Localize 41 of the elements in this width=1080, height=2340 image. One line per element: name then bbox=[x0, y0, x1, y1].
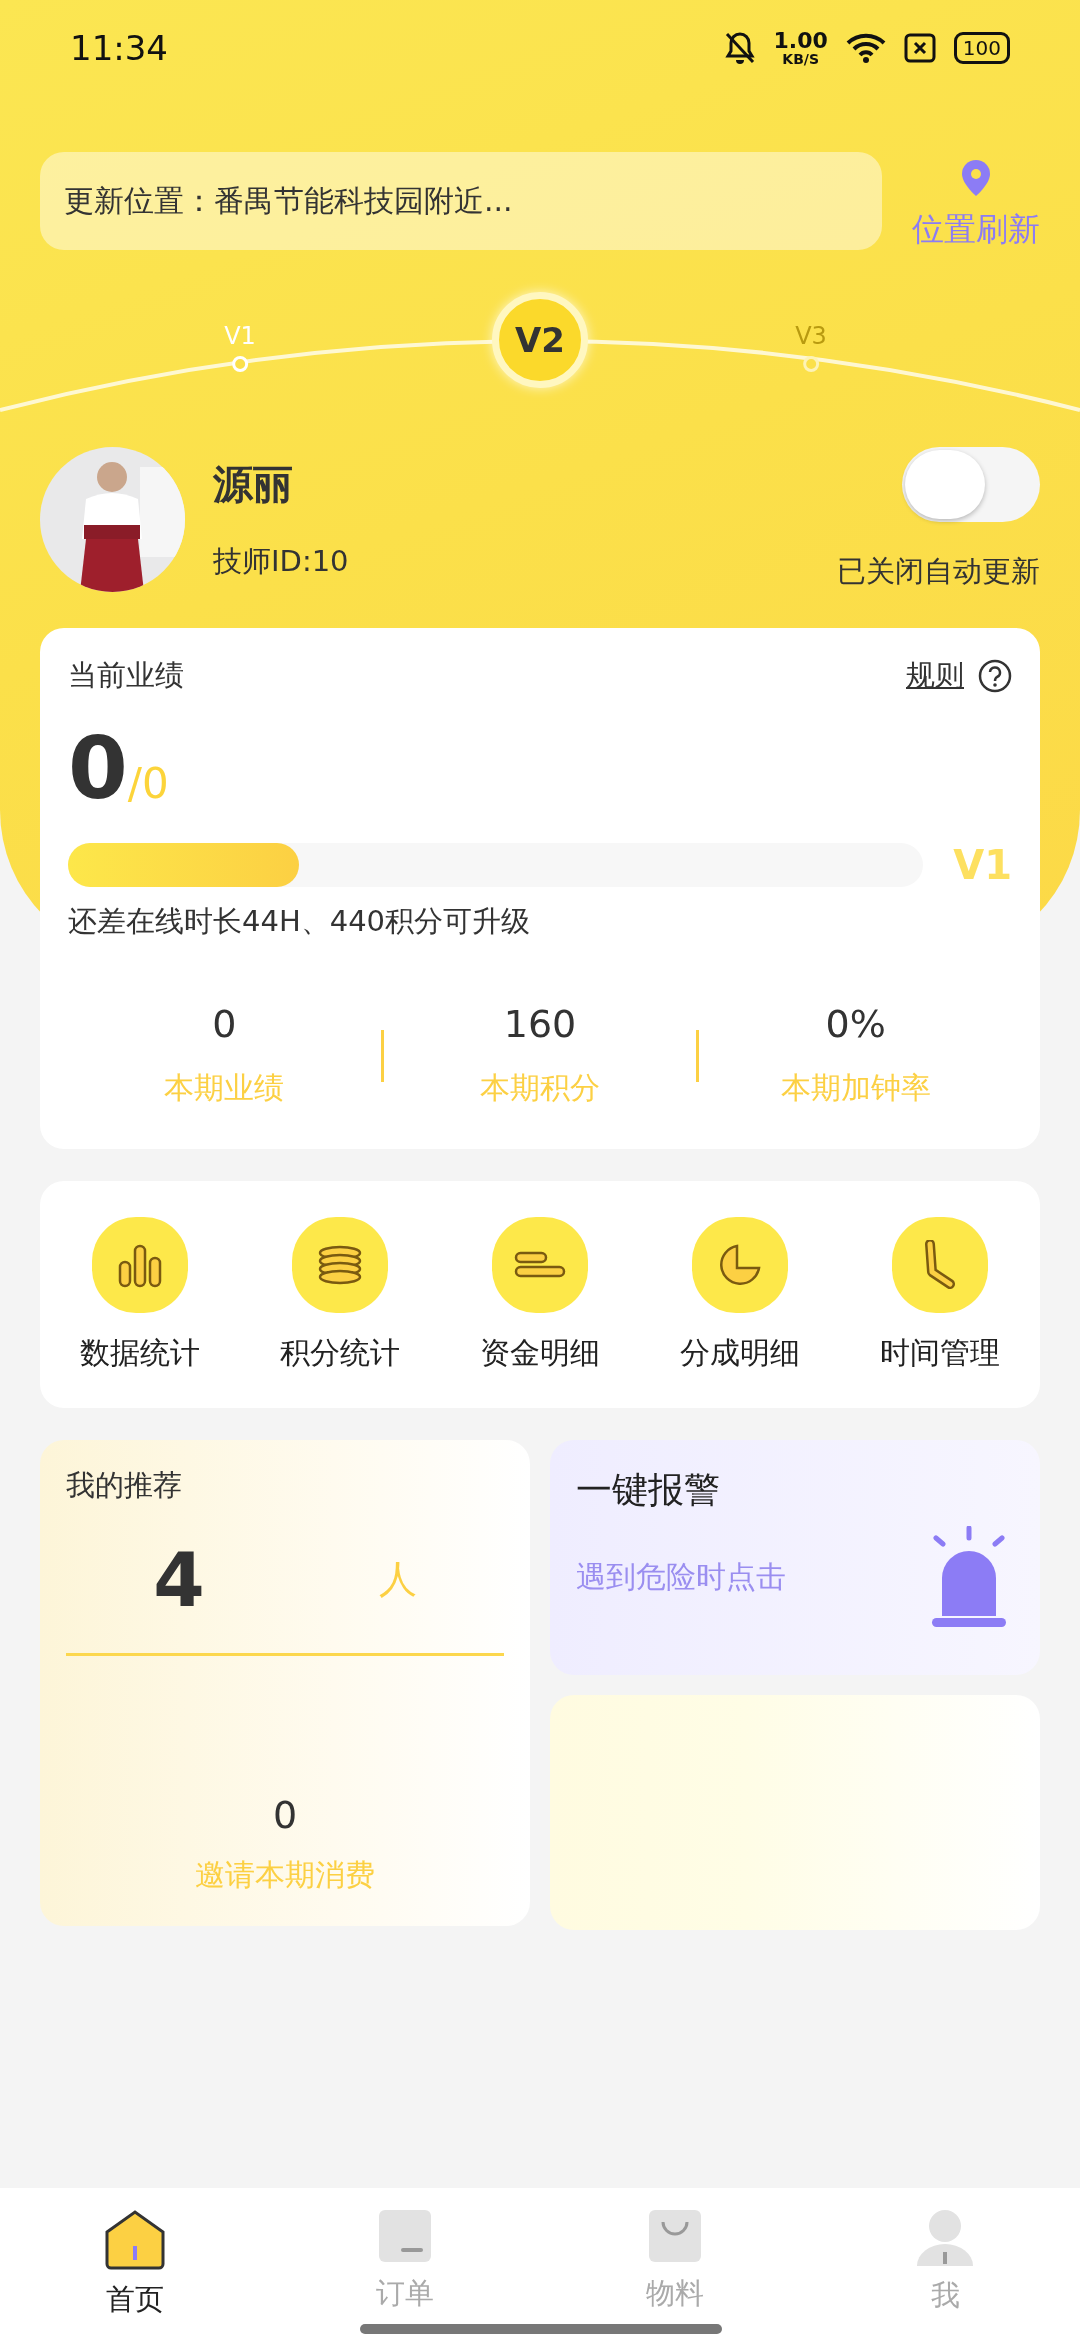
referral-count: 4 bbox=[153, 1536, 205, 1623]
target-score: /0 bbox=[127, 759, 169, 808]
user-name: 源丽 bbox=[213, 460, 294, 509]
technician-id: 技师ID:10 bbox=[213, 543, 350, 580]
wifi-icon bbox=[845, 31, 886, 64]
stat-value: 0% bbox=[825, 1002, 886, 1046]
card-title: 当前业绩 bbox=[68, 657, 184, 694]
rules-link[interactable]: 规则 bbox=[906, 656, 964, 696]
count-unit: 人 bbox=[378, 1556, 417, 1603]
speed-unit: KB/S bbox=[782, 51, 820, 66]
battery-level: 100 bbox=[953, 31, 1010, 64]
network-speed: 1.00 bbox=[773, 29, 828, 52]
referral-spend-label: 邀请本期消费 bbox=[195, 1856, 375, 1894]
stat-value: 0 bbox=[212, 1002, 237, 1046]
shortcut-button[interactable]: 数据统计 bbox=[40, 1217, 240, 1374]
card-title: 我的推荐 bbox=[66, 1467, 183, 1504]
stat-value: 160 bbox=[503, 1002, 577, 1046]
person-icon bbox=[915, 2208, 975, 2266]
upgrade-hint: 还差在线时长44H、440积分可升级 bbox=[68, 903, 532, 940]
status-time: 11:34 bbox=[70, 27, 168, 68]
shortcut-button[interactable]: 资金明细 bbox=[440, 1217, 640, 1374]
help-icon bbox=[978, 659, 1012, 693]
level-label: V1 bbox=[953, 842, 1012, 888]
shortcut-button[interactable]: 时间管理 bbox=[840, 1217, 1040, 1374]
current-score: 0 bbox=[68, 718, 128, 818]
bag-icon bbox=[647, 2208, 703, 2264]
location-text: 更新位置：番禺节能科技园附近... bbox=[40, 152, 882, 250]
home-icon bbox=[103, 2208, 167, 2270]
stat-label: 本期业绩 bbox=[164, 1069, 285, 1107]
stat-label: 本期加钟率 bbox=[780, 1069, 931, 1107]
referral-spend-value: 0 bbox=[272, 1793, 298, 1837]
sim-off-icon bbox=[903, 32, 936, 63]
auto-update-status: 已关闭自动更新 bbox=[837, 553, 1040, 590]
location-pin-icon bbox=[960, 158, 992, 198]
document-icon bbox=[377, 2208, 433, 2264]
emergency-alarm-button[interactable]: 一键报警 遇到危险时点击 bbox=[550, 1440, 1040, 1675]
shortcut-button[interactable]: 分成明细 bbox=[640, 1217, 840, 1374]
bell-off-icon bbox=[723, 30, 756, 65]
stat-label: 本期积分 bbox=[480, 1069, 600, 1107]
shortcut-button[interactable]: 积分统计 bbox=[240, 1217, 440, 1374]
nav-tab[interactable]: 首页 bbox=[0, 2188, 270, 2340]
